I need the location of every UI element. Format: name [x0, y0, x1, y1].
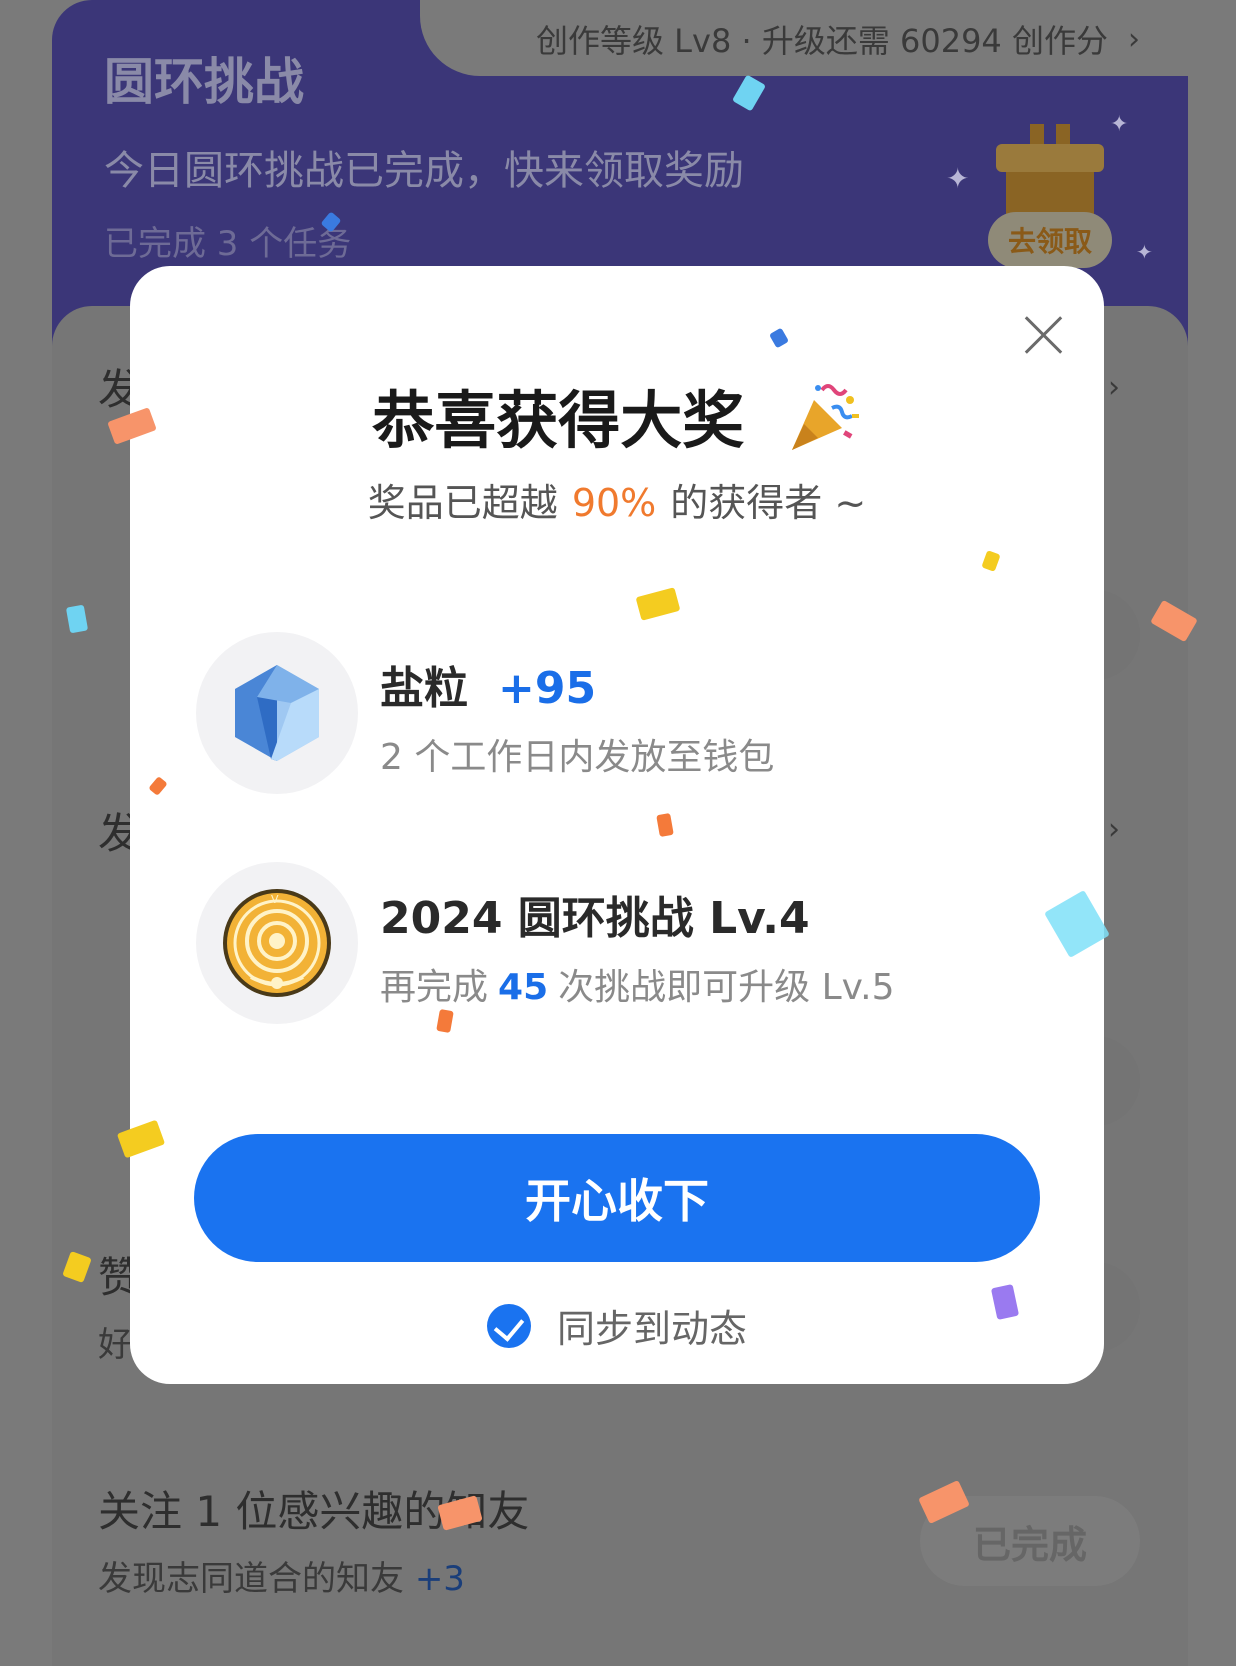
chevron-right-icon: › [1108, 812, 1120, 847]
reward-item-medal: V 2024 圆环挑战 Lv.4 再完成 45 次挑战即可升级 Lv.5 [196, 862, 1056, 1026]
salt-crystal-icon [196, 632, 358, 794]
reward-desc-suffix: 次挑战即可升级 Lv.5 [558, 967, 895, 1008]
reward-modal: 恭喜获得大奖 奖品已超越 90% 的获得者 ~ 盐粒 +95 2 个工作日内发放… [130, 266, 1104, 1384]
checkbox-checked-icon[interactable] [486, 1303, 531, 1348]
sparkle-icon: ✦ [1110, 112, 1129, 137]
reward-title: 2024 圆环挑战 Lv.4 [380, 893, 810, 944]
sparkle-icon: ✦ [946, 162, 970, 195]
close-icon[interactable] [1016, 306, 1072, 362]
sync-label: 同步到动态 [556, 1307, 747, 1351]
reward-amount: +95 [498, 663, 597, 714]
modal-title: 恭喜获得大奖 [130, 370, 1104, 469]
subtitle-suffix: 的获得者 ~ [670, 481, 867, 525]
subtitle-percentage: 90% [571, 481, 657, 525]
task-desc-text: 发现志同道合的知友 [98, 1559, 404, 1599]
creator-level-text: 创作等级 Lv8 · 升级还需 60294 创作分 [536, 22, 1108, 60]
accept-button[interactable]: 开心收下 [194, 1134, 1040, 1262]
gift-box-icon [996, 124, 1104, 232]
ring-medal-icon: V [196, 862, 358, 1024]
task-desc: 发现志同道合的知友 +3 [98, 1551, 529, 1600]
party-popper-icon [788, 380, 862, 469]
reward-name: 盐粒 [380, 663, 468, 714]
modal-title-text: 恭喜获得大奖 [372, 384, 745, 457]
remaining-count: 45 [498, 967, 549, 1008]
task-reward-points: +3 [414, 1559, 465, 1599]
sync-to-feed-toggle[interactable]: 同步到动态 [130, 1298, 1104, 1353]
reward-item-salt: 盐粒 +95 2 个工作日内发放至钱包 [196, 632, 1056, 796]
svg-text:V: V [271, 893, 279, 906]
completed-count: 已完成 3 个任务 [104, 224, 352, 264]
sparkle-icon: ✦ [1136, 240, 1153, 264]
page-title: 圆环挑战 [104, 53, 304, 111]
task-item-follow: 关注 1 位感兴趣的知友 发现志同道合的知友 +3 [98, 1478, 529, 1600]
subtitle-prefix: 奖品已超越 [367, 481, 558, 525]
chevron-right-icon: › [1127, 21, 1140, 57]
claim-button[interactable]: 去领取 [988, 212, 1112, 268]
modal-subtitle: 奖品已超越 90% 的获得者 ~ [130, 472, 1104, 527]
reward-desc: 2 个工作日内发放至钱包 [380, 737, 775, 778]
reward-desc: 再完成 45 次挑战即可升级 Lv.5 [380, 958, 894, 1010]
header-subtitle: 今日圆环挑战已完成，快来领取奖励 [104, 148, 744, 194]
reward-desc-prefix: 再完成 [380, 967, 489, 1008]
reward-title: 盐粒 +95 [380, 652, 596, 716]
creator-level-link[interactable]: 创作等级 Lv8 · 升级还需 60294 创作分 › [536, 16, 1140, 62]
chevron-right-icon: › [1108, 370, 1120, 405]
